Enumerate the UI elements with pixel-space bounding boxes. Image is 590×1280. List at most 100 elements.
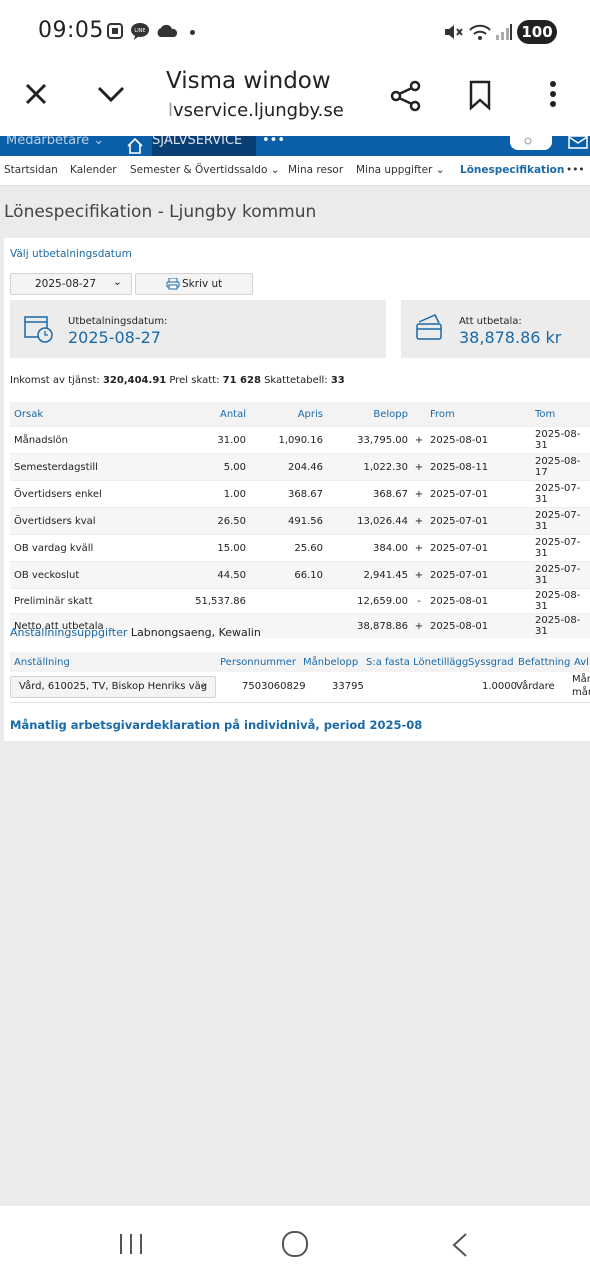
- sub-navigation: Startsidan Kalender Semester & Övertidss…: [0, 156, 590, 186]
- tax-table-value: 33: [330, 375, 345, 386]
- payslip-panel: Välj utbetalningsdatum 2025-08-27 ⌄ Skri…: [4, 238, 590, 741]
- to-pay-label: Att utbetala:: [459, 316, 522, 327]
- printer-icon: [166, 278, 180, 290]
- cell-orsak: OB veckoslut: [10, 561, 161, 589]
- table-row: Övertidsers enkel 1.00 368.67 368.67 +2025-0…: [10, 480, 590, 508]
- cell-from: 2025-08-11: [426, 453, 531, 481]
- divider: [10, 702, 590, 703]
- date-select-value: 2025-08-27: [35, 278, 97, 290]
- line-app-icon: LINE: [131, 23, 149, 40]
- subnav-mina-uppgifter[interactable]: Mina uppgifter ⌄: [356, 164, 445, 176]
- recent-apps-icon[interactable]: [118, 1232, 144, 1256]
- cell-from: 2025-07-01: [426, 534, 531, 562]
- cell-antal: 44.50: [161, 561, 250, 589]
- emp-col-manbelopp: Månbelopp: [303, 657, 359, 668]
- search-box[interactable]: [510, 136, 552, 150]
- cell-apris: [250, 613, 327, 638]
- cell-apris: 491.56: [250, 507, 327, 535]
- befattning-value: Vårdare: [516, 681, 555, 692]
- avl-value-line2: mån: [572, 687, 590, 698]
- close-icon[interactable]: [24, 82, 48, 106]
- share-icon[interactable]: [390, 80, 422, 112]
- subnav-kalender[interactable]: Kalender: [70, 164, 117, 176]
- chevron-down-icon: ⌄: [113, 276, 122, 288]
- cell-antal: 31.00: [161, 426, 250, 454]
- chevron-down-icon: ⌄: [199, 679, 208, 690]
- mail-icon[interactable]: [568, 136, 590, 150]
- back-icon[interactable]: [450, 1232, 470, 1258]
- payout-date-value: 2025-08-27: [68, 328, 161, 347]
- cell-sign: +: [412, 613, 426, 638]
- table-row: OB vardag kväll 15.00 25.60 384.00 +2025-07-…: [10, 534, 590, 562]
- cell-belopp: 38,878.86: [327, 613, 412, 638]
- selfservice-label: SJÄLVSERVICE: [152, 136, 243, 148]
- col-apris: Apris: [250, 402, 327, 427]
- cell-from: 2025-08-01: [426, 426, 531, 454]
- payout-date-label: Utbetalningsdatum:: [68, 316, 168, 327]
- manbelopp-value: 33795: [332, 681, 364, 692]
- syssgrad-value: 1.0000: [482, 681, 517, 692]
- notification-dot-icon: [190, 30, 195, 35]
- cell-from: 2025-08-01: [426, 588, 531, 614]
- screenshot-icon: [107, 23, 123, 39]
- cell-sign: +: [412, 453, 426, 481]
- emp-col-anstallning: Anställning: [14, 657, 70, 668]
- browser-url[interactable]: lvservice.ljungby.se: [168, 100, 344, 121]
- tax-table-label: Skattetabell:: [260, 375, 331, 386]
- cell-apris: [250, 588, 327, 614]
- declaration-link[interactable]: Månatlig arbetsgivardeklaration på indiv…: [10, 718, 422, 732]
- emp-col-befattning: Befattning: [518, 657, 571, 668]
- cloud-icon: [157, 24, 178, 37]
- cell-sign: +: [412, 507, 426, 535]
- chevron-down-icon[interactable]: [96, 84, 126, 104]
- pay-table-header: Orsak Antal Apris Belopp From Tom: [10, 402, 590, 427]
- subnav-lonespecifikation[interactable]: Lönespecifikation: [460, 164, 564, 176]
- bookmark-icon[interactable]: [468, 80, 492, 110]
- cell-from: 2025-07-01: [426, 480, 531, 508]
- cell-orsak: Semesterdagstill: [10, 453, 161, 481]
- cell-tom: 2025-08-31: [531, 613, 590, 638]
- table-row: OB veckoslut 44.50 66.10 2,941.45 +2025-07-0…: [10, 561, 590, 589]
- selfservice-tab[interactable]: SJÄLVSERVICE: [152, 136, 256, 156]
- cell-from: 2025-08-01: [426, 613, 531, 638]
- cell-belopp: 2,941.45: [327, 561, 412, 589]
- cell-belopp: 368.67: [327, 480, 412, 508]
- avl-value-line1: Mån: [572, 674, 590, 685]
- date-select[interactable]: 2025-08-27 ⌄: [10, 273, 132, 295]
- status-clock: 09:05: [38, 18, 104, 43]
- cell-sign: +: [412, 480, 426, 508]
- cell-belopp: 33,795.00: [327, 426, 412, 454]
- employment-select[interactable]: Vård, 610025, TV, Biskop Henriks väg ⌄: [10, 676, 216, 698]
- more-vertical-icon[interactable]: [548, 80, 558, 110]
- col-antal: Antal: [161, 402, 250, 427]
- col-from: From: [426, 402, 531, 427]
- cell-orsak: Månadslön: [10, 426, 161, 454]
- search-icon: [524, 137, 532, 145]
- cell-tom: 2025-07-31: [531, 534, 590, 562]
- table-row: Månadslön 31.00 1,090.16 33,795.00 +2025-08-…: [10, 426, 590, 454]
- employee-menu[interactable]: Medarbetare ⌄: [6, 136, 104, 148]
- subnav-more[interactable]: •••: [566, 164, 585, 176]
- cell-apris: 25.60: [250, 534, 327, 562]
- prel-tax-label: Prel skatt:: [166, 375, 223, 386]
- print-button[interactable]: Skriv ut: [135, 273, 253, 295]
- wifi-icon: [469, 24, 491, 40]
- employment-link[interactable]: Anställningsuppgifter: [10, 626, 127, 639]
- battery-indicator: 100: [517, 20, 557, 44]
- to-pay-value: 38,878.86 kr: [459, 328, 562, 347]
- cell-sign: +: [412, 561, 426, 589]
- cell-apris: 1,090.16: [250, 426, 327, 454]
- cell-belopp: 384.00: [327, 534, 412, 562]
- sitenav-more[interactable]: •••: [262, 136, 285, 148]
- subnav-startsidan[interactable]: Startsidan: [4, 164, 58, 176]
- subnav-semester[interactable]: Semester & Övertidssaldo ⌄: [130, 164, 280, 176]
- home-button-icon[interactable]: [281, 1230, 309, 1258]
- subnav-mina-resor[interactable]: Mina resor: [288, 164, 343, 176]
- home-icon[interactable]: [126, 136, 144, 154]
- employee-menu-label: Medarbetare: [6, 136, 90, 148]
- cell-tom: 2025-07-31: [531, 561, 590, 589]
- svg-text:LINE: LINE: [134, 28, 145, 34]
- cell-tom: 2025-08-31: [531, 426, 590, 454]
- payout-date-card: Utbetalningsdatum: 2025-08-27: [10, 300, 386, 358]
- calendar-clock-icon: [24, 316, 53, 343]
